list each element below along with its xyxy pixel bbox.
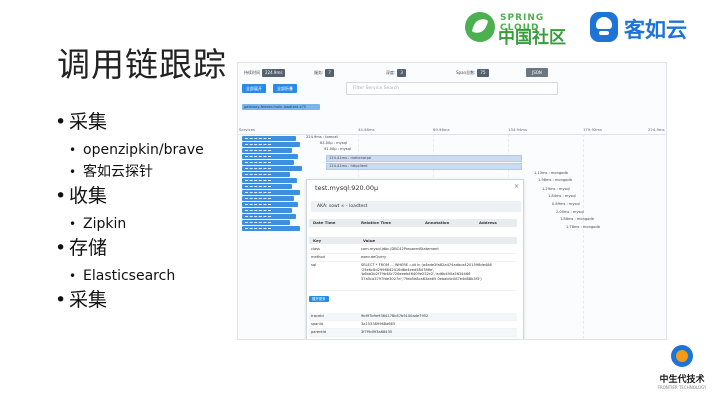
column-header: Relative Time [361,220,391,225]
ruler-tick: 89.96ms [433,127,450,132]
span-row[interactable]: 1.84ms : mysql [546,194,576,199]
ruler-tick: 224.9ms [648,127,665,132]
footer-logo: 中生代技术 FRONTIER TECHNOLOGY [656,345,708,395]
services-value: 7 [325,69,334,77]
id-row: traceId 9b9f7b9e9364178b57b9100ade7952 [309,313,517,321]
trace-summary-bar: 持续时间 224.9ms 服务: 7 深度: 3 Span总数: 75 JSON [244,68,660,81]
service-row[interactable] [242,178,297,183]
duration-chip: 持续时间 224.9ms [244,69,286,77]
bullet-zipkin: Zipkin [69,216,230,232]
depth-value: 3 [397,69,406,77]
keruyun-text: 客如云 [624,18,687,42]
bullet-elasticsearch: Elasticsearch [69,268,230,284]
bullet-brave: openzipkin/brave [69,142,230,158]
span-row-selected[interactable]: 124.41ms : httpclient [326,163,522,170]
china-community-text: 中国社区 [498,28,566,48]
service-row[interactable] [242,196,294,201]
brand-icon [671,345,693,367]
span-row[interactable]: 224.9ms : tomcat [304,135,338,140]
span-row[interactable]: 2.00ms : mysql [554,210,584,215]
column-header: Address [479,220,497,225]
keruyun-logo: 客如云 [590,10,705,44]
trace-name-badge[interactable]: gateway-feeder-main-loadtest x75 [242,104,320,110]
annotation-table-header: Date Time Relative Time Annotation Addre… [309,219,517,227]
tag-row: method executeQuery [309,254,517,262]
service-row[interactable] [242,214,296,219]
column-header: Key [313,238,322,243]
grid-line [583,134,584,339]
service-row[interactable] [242,136,296,141]
service-row[interactable] [242,184,292,189]
span-count-value: 75 [477,69,489,77]
service-row[interactable] [242,190,300,195]
footer-logo-text: 中生代技术 [659,375,705,385]
modal-title: test.mysql:920.00μ [315,184,379,192]
service-row[interactable] [242,166,302,171]
bullet-probe: 客如云探针 [69,164,230,180]
span-row[interactable]: 1.29ms : mysql [540,187,570,192]
span-row[interactable]: 91.00μ : mysql [322,147,351,152]
id-row: parentId 3f7f9d9f3a68435 [309,329,517,337]
service-row[interactable] [242,172,290,177]
tag-row: class com.mysql.jdbc.JDBC42PreparedState… [309,246,517,254]
span-detail-modal: test.mysql:920.00μ × AKA: sowt ∞ - loadt… [306,179,524,339]
span-row-selected[interactable]: 124.41ms : mehenarpe [326,155,522,162]
duration-value: 224.9ms [262,69,286,77]
service-search-input[interactable]: Filter Service Search [346,82,558,95]
aka-row: AKA: sowt ∞ - loadtest [311,201,521,212]
span-row[interactable]: 0.89ms : mysql [550,202,580,207]
bullet-collect-2: 采集 [55,290,230,312]
span-row[interactable]: 1.98ms : mongodb [536,178,572,183]
tag-row: sql SELECT * FROM ... WHERE .uid in (a4a… [309,262,517,291]
span-count-chip: Span总数: 75 [456,69,489,77]
timeline-ruler: Services 44.98ms 89.96ms 134.94ms 179.92… [238,126,666,135]
service-row[interactable] [242,226,300,231]
id-row: spanId 3a153389968a665 [309,321,517,329]
zipkin-trace-screenshot: 持续时间 224.9ms 服务: 7 深度: 3 Span总数: 75 JSON 全部展… [237,62,667,340]
column-header: Date Time [313,220,336,225]
more-button[interactable]: 展开更多 [309,296,329,302]
span-row[interactable]: 1.13ms : mongodb [532,171,568,176]
json-download-button[interactable]: JSON [526,68,548,77]
depth-chip: 深度: 3 [386,69,406,77]
footer-logo-subtext: FRONTIER TECHNOLOGY [657,385,707,390]
expand-all-button[interactable]: 全部展开 [242,84,266,93]
spring-cloud-logo: SPRING CLOUD 中国社区 [465,10,585,48]
span-row[interactable]: 1.88ms : mongodb [558,217,594,222]
services-chip: 服务: 7 [314,69,334,77]
leaf-icon [465,12,495,42]
service-row[interactable] [242,142,300,147]
span-row[interactable]: 1.78ms : mongodb [564,225,600,230]
ruler-tick: Services [239,127,256,132]
service-row[interactable] [242,208,292,213]
bullet-storage: 存储 [55,238,230,260]
ruler-tick: 134.94ms [508,127,527,132]
bullet-collect: 采集 [55,112,230,134]
column-header: Value [363,238,376,243]
column-header: Annotation [425,220,450,225]
ruler-tick: 179.92ms [583,127,602,132]
span-row[interactable]: 83.00μ : mysql [318,141,347,146]
tags-table-header: Key Value [309,237,517,244]
service-row[interactable] [242,160,294,165]
service-row[interactable] [242,148,292,153]
close-icon[interactable]: × [514,183,519,190]
bullet-gather: 收集 [55,186,230,208]
slide-title: 调用链跟踪 [57,45,227,84]
bullet-list: 采集 openzipkin/brave 客如云探针 收集 Zipkin 存储 E… [55,112,230,320]
ruler-tick: 44.98ms [358,127,375,132]
service-row[interactable] [242,154,298,159]
service-row[interactable] [242,202,298,207]
robot-icon [590,12,618,42]
service-row[interactable] [242,220,290,225]
collapse-all-button[interactable]: 全部折叠 [273,84,297,93]
